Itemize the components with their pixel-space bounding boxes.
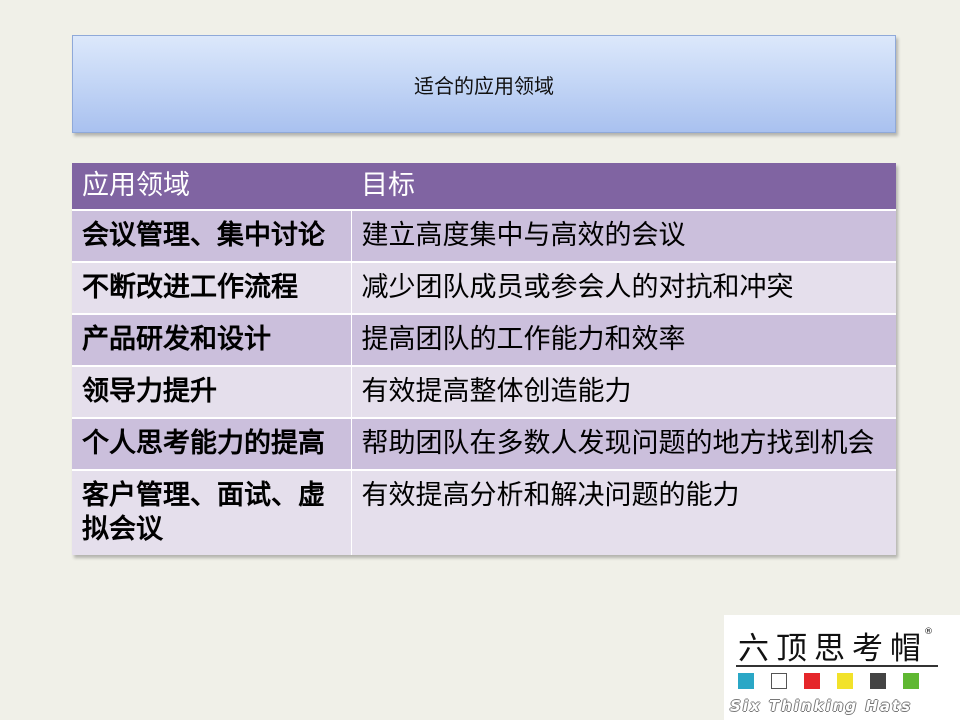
domain-cell: 不断改进工作流程 — [72, 261, 351, 314]
goal-cell: 有效提高分析和解决问题的能力 — [350, 469, 896, 555]
header-cell-domain: 应用领域 — [72, 163, 351, 210]
table-header-row: 应用领域 目标 — [72, 163, 896, 210]
goal-cell: 建立高度集中与高效的会议 — [350, 209, 896, 262]
application-table: 应用领域 目标 会议管理、集中讨论 建立高度集中与高效的会议 不断改进工作流程 … — [72, 163, 896, 555]
domain-cell: 领导力提升 — [72, 365, 351, 418]
domain-cell: 产品研发和设计 — [72, 313, 351, 366]
registered-mark: ® — [924, 627, 933, 637]
white-hat-icon — [771, 673, 787, 689]
table-row: 领导力提升 有效提高整体创造能力 — [72, 365, 896, 418]
six-thinking-hats-logo: 六顶思考帽 ® Six Thinking Hats — [724, 615, 960, 720]
header-cell-goal: 目标 — [351, 163, 896, 210]
yellow-hat-icon — [837, 673, 853, 689]
title-box: 适合的应用领域 — [72, 35, 896, 133]
goal-cell: 减少团队成员或参会人的对抗和冲突 — [350, 261, 896, 314]
goal-cell: 帮助团队在多数人发现问题的地方找到机会 — [350, 417, 896, 470]
logo-english-title: Six Thinking Hats — [730, 697, 913, 715]
table: 应用领域 目标 会议管理、集中讨论 建立高度集中与高效的会议 不断改进工作流程 … — [72, 163, 896, 555]
domain-cell: 客户管理、面试、虚拟会议 — [72, 469, 351, 555]
table-row: 产品研发和设计 提高团队的工作能力和效率 — [72, 313, 896, 366]
logo-chinese-title: 六顶思考帽 — [738, 631, 928, 667]
logo-divider — [736, 665, 938, 667]
red-hat-icon — [804, 673, 820, 689]
domain-cell: 会议管理、集中讨论 — [72, 209, 351, 262]
table-row: 客户管理、面试、虚拟会议 有效提高分析和解决问题的能力 — [72, 469, 896, 555]
table-row: 会议管理、集中讨论 建立高度集中与高效的会议 — [72, 209, 896, 262]
table-row: 个人思考能力的提高 帮助团队在多数人发现问题的地方找到机会 — [72, 417, 896, 470]
black-hat-icon — [870, 673, 886, 689]
blue-hat-icon — [738, 673, 754, 689]
table-row: 不断改进工作流程 减少团队成员或参会人的对抗和冲突 — [72, 261, 896, 314]
goal-cell: 提高团队的工作能力和效率 — [350, 313, 896, 366]
green-hat-icon — [903, 673, 919, 689]
goal-cell: 有效提高整体创造能力 — [350, 365, 896, 418]
domain-cell: 个人思考能力的提高 — [72, 417, 351, 470]
slide-title: 适合的应用领域 — [414, 73, 554, 98]
